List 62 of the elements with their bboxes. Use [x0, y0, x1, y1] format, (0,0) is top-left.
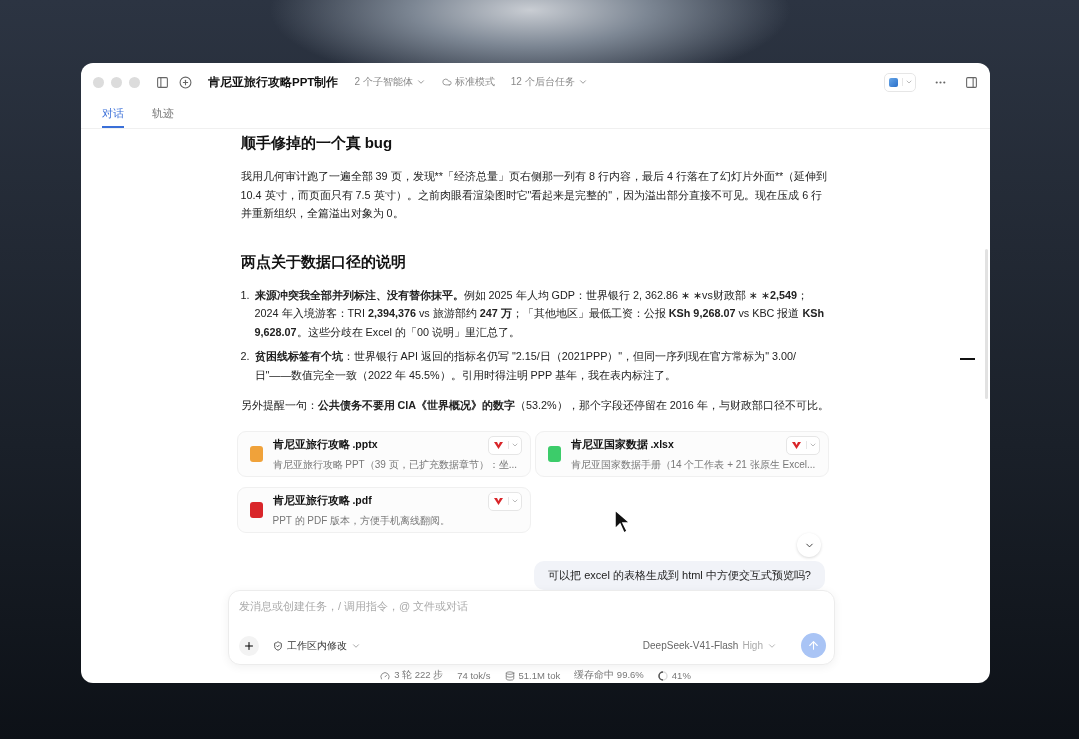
chevron-down-icon [577, 77, 588, 87]
app-icon [889, 77, 898, 87]
file-card[interactable]: 肯尼亚旅行攻略 .pdf PPT 的 PDF 版本，方便手机离线翻阅。 [236, 486, 531, 533]
chevron-down-icon [905, 78, 913, 86]
section-heading: 顺手修掉的一个真 bug [240, 134, 394, 153]
context-stat: 41% [671, 670, 691, 681]
tab[interactable]: 轨迹 [152, 101, 174, 128]
file-description: PPT 的 PDF 版本，方便手机离线翻阅。 [272, 513, 451, 528]
chevron-down-icon [510, 497, 519, 505]
file-icon [249, 501, 263, 518]
chevron-down-icon [808, 441, 817, 449]
sidebar-toggle-icon[interactable] [156, 75, 169, 89]
dash-icon [960, 358, 975, 360]
cloud-icon [441, 77, 452, 87]
database-icon [504, 670, 515, 681]
list-number: 2. [240, 349, 251, 364]
steps-stat: 3 轮 222 步 [394, 669, 444, 682]
section-heading: 两点关于数据口径的说明 [240, 252, 407, 272]
scope-dropdown[interactable]: 工作区内修改 [269, 638, 365, 653]
progress-ring-icon [657, 670, 668, 681]
open-in-app-button[interactable] [884, 72, 916, 92]
chevron-down-icon [415, 77, 426, 87]
plus-icon [243, 639, 255, 652]
list-item: 来源冲突我全部并列标注、没有替你抹平。例如 2025 年人均 GDP：世界银行 2, 362.86 ∗ ∗vs财政部 ∗ ∗2,549；2024 年入境游客：TRI 2,394,376 vs 旅游部约 247 万；「其他地区」最低工资：公报 KSh 9,268.07 vs KBC 报道 KSh 9,628.07。这些分歧在 Excel 的「00 说明」里汇总了。 [254, 287, 825, 340]
tokens-stat: 51.1M tok [518, 670, 561, 681]
gauge-icon [380, 670, 391, 681]
open-file-button[interactable] [487, 435, 522, 455]
speed-stat: 74 tok/s [457, 669, 491, 682]
paragraph: 我用几何审计跑了一遍全部 39 页，发现**「经济总量」页右侧那一列有 8 行内容，最后 4 行落在了幻灯片外面**（延伸到 10.4 英寸，而页面只有 7.5 英寸）。之前肉眼看渲染图时它"看起来是完整的"，因为溢出部分直接不可见。现在压成 6 行并重新组织，全篇溢出对象为 0。 [240, 169, 829, 221]
mouse-cursor-icon [614, 509, 631, 534]
file-name: 肯尼亚旅行攻略 .pptx [272, 438, 378, 452]
file-name: 肯尼亚旅行攻略 .pdf [272, 494, 372, 508]
file-name: 肯尼亚国家数据 .xlsx [570, 438, 674, 452]
tasks-dropdown[interactable]: 12 个后台任务 [510, 75, 588, 89]
chevron-down-icon [510, 441, 519, 449]
app-logo-icon [493, 441, 503, 449]
shield-icon [273, 640, 283, 651]
list-item: 贫困线标签有个坑：世界银行 API 返回的指标名仍写 "2.15/日（2021PPP）"，但同一序列现在官方常标为" 3.00/日"——数值完全一致（2022 年 45.5%）。引用时得注明 PPP 基年，我在表内标注了。 [254, 349, 798, 383]
open-file-button[interactable] [785, 435, 820, 455]
app-logo-icon [493, 497, 503, 505]
panel-icon[interactable] [965, 75, 978, 89]
file-description: 肯尼亚国家数据手册（14 个工作表 + 21 张原生 Excel... [570, 457, 816, 472]
mode-selector[interactable]: 标准模式 [441, 75, 495, 89]
paragraph: 另外提醒一句：公共债务不要用 CIA《世界概况》的数字（53.2%），那个字段还停留在 2016 年，与财政部口径不可比。 [240, 398, 830, 413]
file-icon [249, 445, 263, 462]
list-number: 1. [240, 287, 251, 303]
message-input[interactable]: 发消息或创建任务，/ 调用指令，@ 文件或对话 [239, 600, 639, 612]
open-file-button[interactable] [487, 491, 522, 511]
file-card[interactable]: 肯尼亚国家数据 .xlsx 肯尼亚国家数据手册（14 个工作表 + 21 张原生 Excel... [534, 430, 829, 477]
new-task-icon[interactable] [179, 75, 192, 89]
file-description: 肯尼亚旅行攻略 PPT（39 页，已扩充数据章节）：坐... [272, 457, 517, 472]
arrow-up-icon [807, 639, 820, 652]
file-card[interactable]: 肯尼亚旅行攻略 .pptx 肯尼亚旅行攻略 PPT（39 页，已扩充数据章节）：坐... [236, 430, 531, 477]
tab[interactable]: 对话 [102, 101, 124, 128]
file-icon [547, 445, 561, 462]
app-logo-icon [791, 441, 801, 449]
model-selector[interactable]: DeepSeek-V41-Flash High [642, 640, 777, 651]
cache-stat: 缓存命中 99.6% [574, 669, 644, 682]
window-title: 肯尼亚旅行攻略PPT制作 [208, 74, 339, 90]
agents-dropdown[interactable]: 2 个子智能体 [354, 75, 426, 89]
user-message: 可以把 excel 的表格生成到 html 中方便交互式预览吗? [534, 561, 825, 590]
add-button[interactable] [239, 635, 259, 656]
